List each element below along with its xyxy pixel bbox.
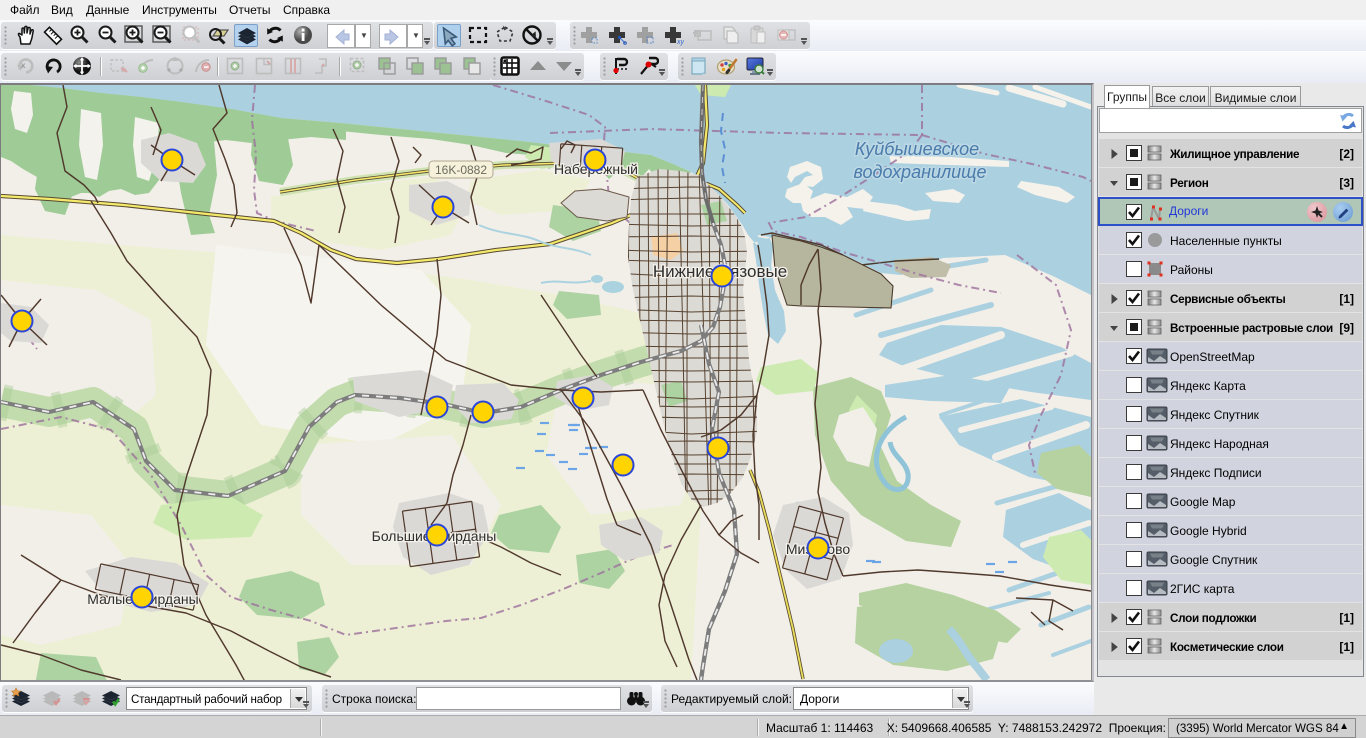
svg-text:x: x	[21, 61, 26, 70]
svg-text:водохранилище: водохранилище	[853, 162, 986, 182]
svg-text:Куйбышевское: Куйбышевское	[855, 139, 979, 159]
svg-text:xy: xy	[676, 39, 684, 46]
svg-text:16K-0882: 16K-0882	[435, 163, 487, 177]
